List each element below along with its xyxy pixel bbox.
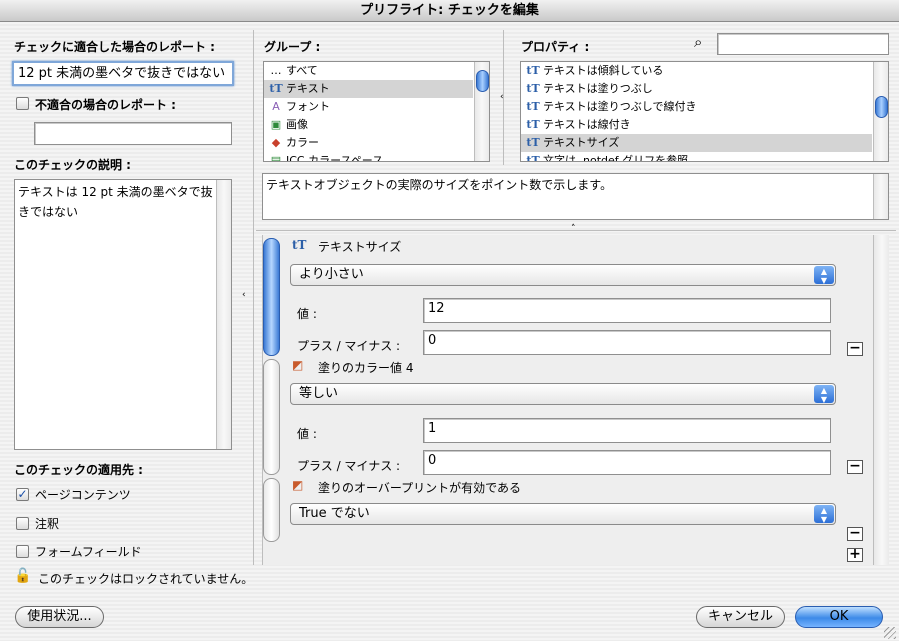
operator-select[interactable]: True でない ▲ ▼ [290,503,836,525]
popup-arrows-icon: ▲ ▼ [814,505,834,524]
conditions-scrollbar[interactable] [873,235,889,565]
cancel-button[interactable]: キャンセル [696,606,785,628]
text-size-icon: tT [292,238,307,252]
tolerance-input[interactable]: 0 [423,330,831,355]
group-item-icc[interactable]: ▤ ICC カラースペース [264,152,489,162]
report-match-label: チェックに適合した場合のレポート : [14,40,215,54]
popup-arrows-icon: ▲ ▼ [814,266,834,285]
description-scrollbar[interactable] [216,180,231,449]
lock-status-text: このチェックはロックされていません。 [38,572,254,586]
form-fields-checkbox[interactable] [16,545,29,558]
applies-label: このチェックの適用先 : [14,463,143,477]
condition-title: 塗りのオーバープリントが有効である [318,481,522,495]
annotations-checkbox[interactable] [16,517,29,530]
operator-select[interactable]: より小さい ▲ ▼ [290,264,836,286]
value-input[interactable]: 12 [423,298,831,323]
applies-option-annotations[interactable]: 注釈 [16,515,236,535]
resize-grip-icon[interactable] [884,627,896,639]
splitter-grip-icon: ‹ [500,92,504,102]
groups-scroll-thumb[interactable] [476,70,489,92]
value-label: 値 : [297,307,317,321]
popup-arrows-icon: ▲ ▼ [814,385,834,404]
value-input[interactable]: 1 [423,418,831,443]
report-nomatch-label: 不適合の場合のレポート : [35,98,176,112]
condition-handle-active[interactable] [263,238,280,356]
horizontal-splitter[interactable] [256,230,896,231]
add-condition-button[interactable]: + [847,547,863,562]
ok-button[interactable]: OK [795,606,883,628]
check-icon[interactable]: ✓ [16,488,29,501]
value-label: 値 : [297,427,317,441]
remove-condition-button[interactable]: − [847,459,863,474]
description-textarea[interactable]: テキストは 12 pt 未満の墨ベタで抜きではない [14,179,232,450]
property-item[interactable]: tT 文字は .notdef グリフを参照 [521,152,888,162]
group-item-image[interactable]: ▣ 画像 [264,116,489,134]
group-item-font[interactable]: A フォント [264,98,489,116]
property-description-text: テキストオブジェクトの実際のサイズをポイント数で示します。 [266,178,613,192]
splitter-grip-icon: ˄ [571,224,576,234]
condition-title: テキストサイズ [318,240,402,254]
groups-label: グループ : [264,40,321,54]
property-item[interactable]: tT テキストは線付き [521,116,888,134]
color-icon: ◆ [271,136,281,149]
report-nomatch-checkbox[interactable] [16,97,29,110]
left-splitter[interactable] [253,30,254,565]
properties-list[interactable]: tT テキストは傾斜している tT テキストは塗りつぶし tT テキストは塗りつ… [520,61,889,162]
groups-scrollbar[interactable] [474,62,489,161]
text-icon: tT [526,64,540,77]
remove-condition-button[interactable]: − [847,341,863,356]
window-title: プリフライト: チェックを編集 [0,0,899,22]
properties-scrollbar[interactable] [873,62,888,161]
description-label: このチェックの説明 : [14,158,131,172]
tolerance-input[interactable]: 0 [423,450,831,475]
applies-option-form-fields[interactable]: フォームフィールド [16,543,236,563]
lock-icon[interactable]: 🔓 [14,568,31,584]
dots-icon: … [270,64,282,77]
overprint-icon: ◩ [292,478,304,492]
property-item[interactable]: tT テキストは塗りつぶしで線付き [521,98,888,116]
condition-handle[interactable] [263,359,280,475]
text-icon: tT [526,154,540,162]
property-search-input[interactable] [717,33,889,55]
usage-button[interactable]: 使用状況... [15,606,104,628]
property-description-scrollbar[interactable] [873,174,888,219]
tolerance-label: プラス / マイナス : [297,459,401,473]
remove-condition-button[interactable]: − [847,526,863,541]
properties-scroll-thumb[interactable] [875,96,888,118]
applies-option-label: ページコンテンツ [35,488,131,502]
font-icon: A [272,100,280,113]
report-nomatch-field[interactable] [34,122,232,145]
group-item-all[interactable]: … すべて [264,62,489,80]
search-icon[interactable]: ⌕ [694,33,702,51]
applies-option-label: フォームフィールド [35,545,142,559]
report-match-field[interactable]: 12 pt 未満の墨ベタで抜きではない [12,61,234,86]
operator-select[interactable]: 等しい ▲ ▼ [290,383,836,405]
fill-color-icon: ◩ [292,358,304,372]
property-item[interactable]: tT テキストは傾斜している [521,62,888,80]
group-item-text[interactable]: tT テキスト [264,80,473,98]
property-item[interactable]: tT テキストは塗りつぶし [521,80,888,98]
image-icon: ▣ [270,118,282,131]
condition-title: 塗りのカラー値 4 [318,361,414,375]
icc-icon: ▤ [270,154,282,162]
text-icon: tT [526,100,540,113]
text-icon: tT [526,118,540,131]
properties-label: プロパティ : [521,40,590,54]
groups-list[interactable]: … すべて tT テキスト A フォント ▣ 画像 ◆ カラー ▤ ICC カラ… [263,61,490,162]
text-icon: tT [526,136,540,149]
condition-handle[interactable] [263,478,280,542]
text-icon: tT [526,82,540,95]
group-item-color[interactable]: ◆ カラー [264,134,489,152]
applies-option-label: 注釈 [35,517,60,531]
property-item-text-size[interactable]: tT テキストサイズ [521,134,872,152]
tolerance-label: プラス / マイナス : [297,339,401,353]
applies-option-page-content[interactable]: ✓ ページコンテンツ [16,486,236,506]
splitter-grip-icon: ‹ [242,290,246,300]
text-icon: tT [269,82,283,95]
description-text: テキストは 12 pt 未満の墨ベタで抜きではない [18,185,213,219]
property-description-box: テキストオブジェクトの実際のサイズをポイント数で示します。 [262,173,889,220]
